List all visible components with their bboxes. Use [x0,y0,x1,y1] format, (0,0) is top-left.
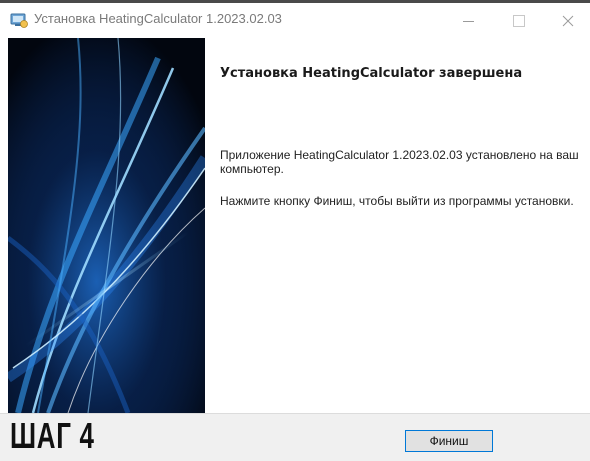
title-bar[interactable]: Установка HeatingCalculator 1.2023.02.03 [0,3,590,37]
window-title: Установка HeatingCalculator 1.2023.02.03 [34,11,282,26]
close-icon [562,15,574,27]
minimize-icon [462,20,474,22]
completion-message: Приложение HeatingCalculator 1.2023.02.0… [220,148,579,176]
minimize-button[interactable] [446,6,490,36]
finish-button[interactable]: Финиш [405,430,493,452]
step-label: ШАГ 4 [10,415,95,456]
content-panel: Установка HeatingCalculator завершена Пр… [205,38,590,413]
footer-bar: ШАГ 4 Финиш [0,413,590,461]
installer-icon [10,13,28,28]
finish-instruction: Нажмите кнопку Финиш, чтобы выйти из про… [220,194,574,208]
installer-banner-image [8,38,205,413]
maximize-icon [513,15,525,27]
maximize-button[interactable] [497,6,541,36]
page-title: Установка HeatingCalculator завершена [220,66,523,81]
installer-window: Установка HeatingCalculator 1.2023.02.03 [0,0,590,461]
close-button[interactable] [546,6,590,36]
